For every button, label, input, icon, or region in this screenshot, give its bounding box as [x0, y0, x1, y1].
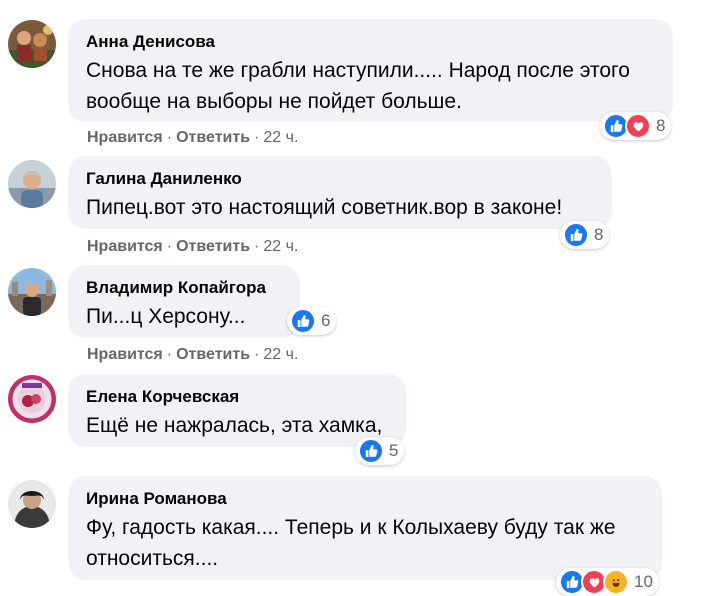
separator: ·	[254, 346, 260, 363]
comment-text: Пи...ц Херсону...	[86, 305, 246, 328]
comment-actions: Нравится · Ответить · 22 ч.	[87, 128, 298, 148]
comment-text: Ещё не нажралась, эта хамка,	[86, 414, 383, 437]
comment-bubble: Галина Даниленко Пипец.вот это настоящий…	[68, 156, 612, 229]
avatar[interactable]	[8, 20, 56, 68]
separator: ·	[254, 129, 260, 146]
separator: ·	[166, 129, 173, 146]
avatar[interactable]	[8, 268, 56, 316]
reaction-count: 8	[656, 116, 666, 135]
avatar[interactable]	[8, 480, 56, 528]
reaction-summary[interactable]: 5	[355, 437, 405, 465]
comment-bubble: Анна Денисова Снова на те же грабли наст…	[68, 19, 673, 122]
comment-author[interactable]: Елена Корчевская	[86, 386, 390, 408]
comment-timestamp[interactable]: 22 ч.	[263, 238, 298, 255]
love-icon	[625, 113, 651, 139]
avatar[interactable]	[8, 160, 56, 208]
like-icon	[290, 308, 316, 334]
like-link[interactable]: Нравится	[87, 346, 163, 363]
comment-bubble: Владимир Копайгора Пи...ц Херсону...	[68, 265, 300, 338]
reaction-summary[interactable]: 10	[556, 568, 659, 596]
like-icon	[563, 222, 589, 248]
separator: ·	[166, 238, 173, 255]
comment-text: Пипец.вот это настоящий советник.вор в з…	[86, 196, 563, 219]
reaction-summary[interactable]: 8	[600, 112, 672, 140]
reply-link[interactable]: Ответить	[176, 129, 250, 146]
like-link[interactable]: Нравится	[87, 129, 163, 146]
comment-author[interactable]: Анна Денисова	[86, 31, 657, 53]
reaction-count: 5	[389, 441, 399, 460]
haha-icon	[603, 569, 629, 595]
comment-text: Фу, гадость какая.... Теперь и к Колыхае…	[86, 516, 616, 570]
comment-author[interactable]: Ирина Романова	[86, 488, 646, 510]
reaction-summary[interactable]: 8	[560, 221, 610, 249]
comment-author[interactable]: Владимир Копайгора	[86, 277, 284, 299]
comment-timestamp[interactable]: 22 ч.	[263, 129, 298, 146]
reply-link[interactable]: Ответить	[176, 346, 250, 363]
reaction-summary[interactable]: 6	[287, 307, 337, 335]
comment-bubble: Елена Корчевская Ещё не нажралась, эта х…	[68, 374, 406, 447]
reply-link[interactable]: Ответить	[176, 238, 250, 255]
separator: ·	[166, 346, 173, 363]
comment-bubble: Ирина Романова Фу, гадость какая.... Теп…	[68, 476, 662, 580]
comment-actions: Нравится · Ответить · 22 ч.	[87, 345, 298, 365]
separator: ·	[254, 238, 260, 255]
reaction-count: 6	[321, 311, 331, 330]
comment-actions: Нравится · Ответить · 22 ч.	[87, 237, 298, 257]
reaction-count: 10	[634, 572, 653, 591]
like-link[interactable]: Нравится	[87, 238, 163, 255]
reaction-count: 8	[594, 225, 604, 244]
like-icon	[358, 438, 384, 464]
comment-text: Снова на те же грабли наступили..... Нар…	[86, 59, 630, 113]
comment-author[interactable]: Галина Даниленко	[86, 168, 596, 190]
comment-timestamp[interactable]: 22 ч.	[263, 346, 298, 363]
avatar[interactable]	[8, 375, 56, 423]
